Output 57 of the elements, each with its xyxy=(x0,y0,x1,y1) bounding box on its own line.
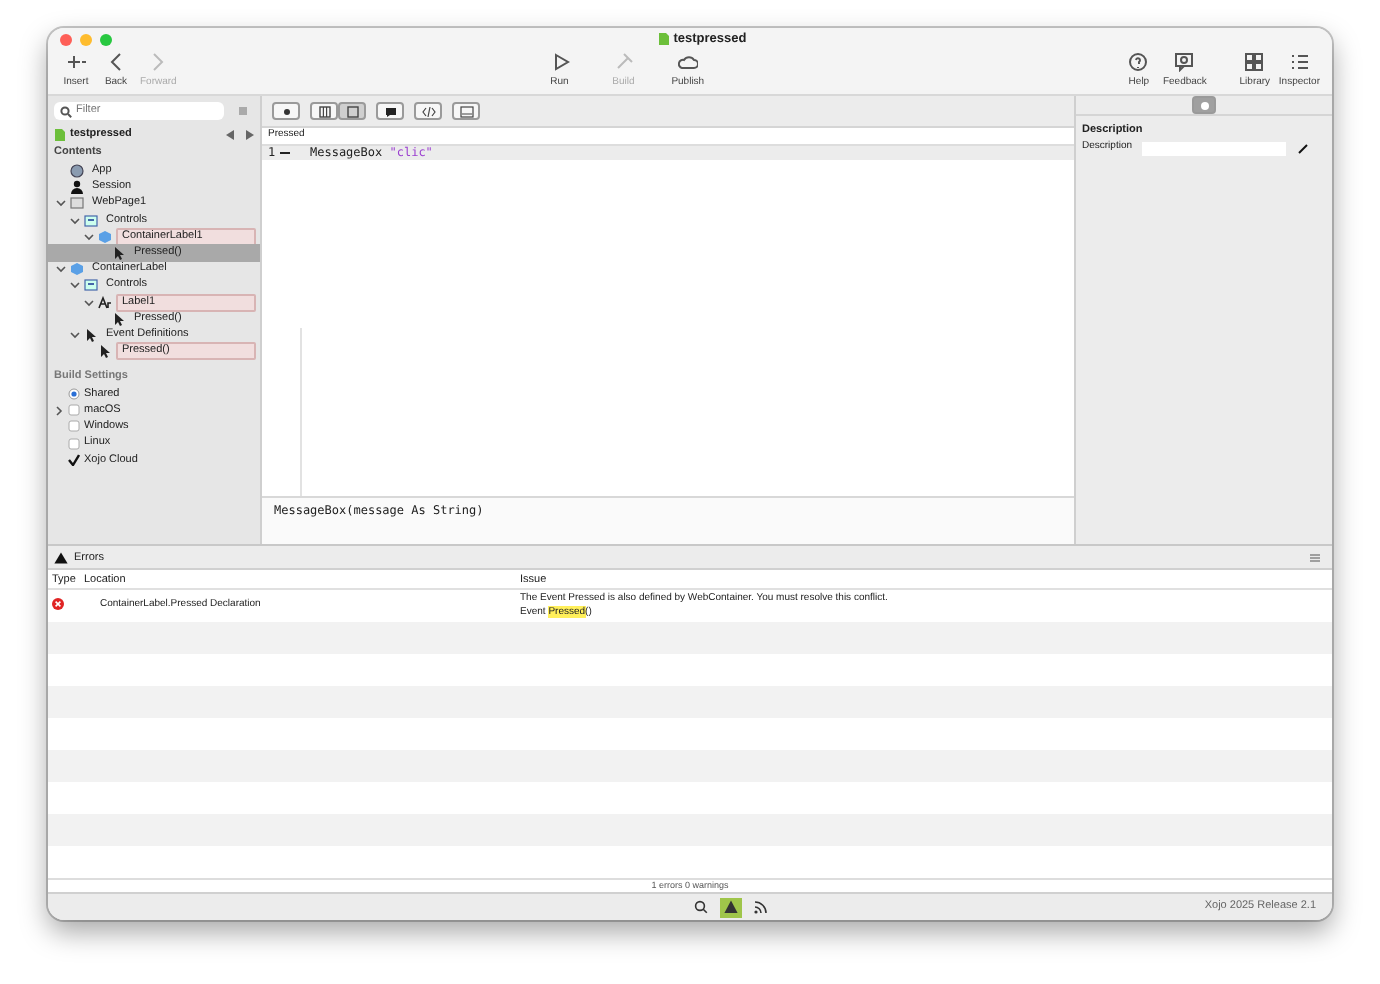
warning-icon xyxy=(54,551,68,564)
chevron-down-icon[interactable] xyxy=(84,231,94,242)
arrow-left-icon[interactable] xyxy=(226,129,234,140)
page-icon xyxy=(70,196,84,211)
radio-button[interactable] xyxy=(68,388,80,401)
chevron-down-icon[interactable] xyxy=(56,264,66,275)
panel-icon xyxy=(238,106,248,116)
search-button[interactable] xyxy=(689,897,711,918)
cube-icon xyxy=(98,229,112,244)
feedback-icon xyxy=(1174,51,1195,71)
plus-icon xyxy=(66,51,86,71)
settings-button[interactable] xyxy=(1192,96,1216,114)
chevron-down-icon[interactable] xyxy=(56,198,66,209)
warning-button[interactable] xyxy=(719,897,741,918)
person-icon xyxy=(70,180,84,195)
chevron-down-icon[interactable] xyxy=(70,329,80,340)
code-icon xyxy=(421,105,435,117)
toolbar-button[interactable] xyxy=(376,102,404,120)
controls-icon xyxy=(84,213,98,228)
cursor-icon xyxy=(112,245,126,260)
columns-icon xyxy=(317,105,331,117)
document-icon xyxy=(54,127,66,142)
fold-marker-icon xyxy=(280,150,290,156)
chevron-left-icon xyxy=(106,51,126,71)
speech-bubble-icon xyxy=(383,105,397,117)
chevron-right-icon[interactable] xyxy=(54,405,64,416)
checkbox[interactable] xyxy=(68,437,80,450)
hammer-icon xyxy=(613,51,634,71)
list-icon xyxy=(1289,51,1310,71)
feed-icon xyxy=(753,900,767,915)
square-icon xyxy=(345,105,359,117)
cloud-icon xyxy=(677,51,698,71)
grid-icon xyxy=(1244,51,1265,71)
view-toggle[interactable] xyxy=(310,102,338,120)
checkmark-icon[interactable] xyxy=(68,453,80,466)
toolbar-button[interactable] xyxy=(414,102,442,120)
chevron-right-icon xyxy=(148,51,169,71)
pencil-icon[interactable] xyxy=(1298,143,1308,153)
document-icon xyxy=(657,32,670,47)
feed-button[interactable] xyxy=(749,897,771,918)
arrow-right-icon[interactable] xyxy=(246,129,254,140)
search-icon xyxy=(693,900,707,915)
checkbox[interactable] xyxy=(68,404,80,417)
image-icon xyxy=(459,105,473,117)
chevron-down-icon[interactable] xyxy=(70,280,80,291)
search-icon xyxy=(60,105,72,117)
help-icon xyxy=(1128,51,1149,71)
label-icon xyxy=(98,295,112,310)
view-toggle[interactable] xyxy=(338,102,366,120)
checkbox[interactable] xyxy=(68,420,80,433)
controls-icon xyxy=(84,278,98,293)
chevron-down-icon[interactable] xyxy=(70,215,80,226)
chevron-down-icon[interactable] xyxy=(84,297,94,308)
add-button[interactable] xyxy=(272,102,300,120)
cube-icon xyxy=(70,262,84,277)
play-icon xyxy=(549,51,570,71)
warning-icon xyxy=(723,900,737,915)
